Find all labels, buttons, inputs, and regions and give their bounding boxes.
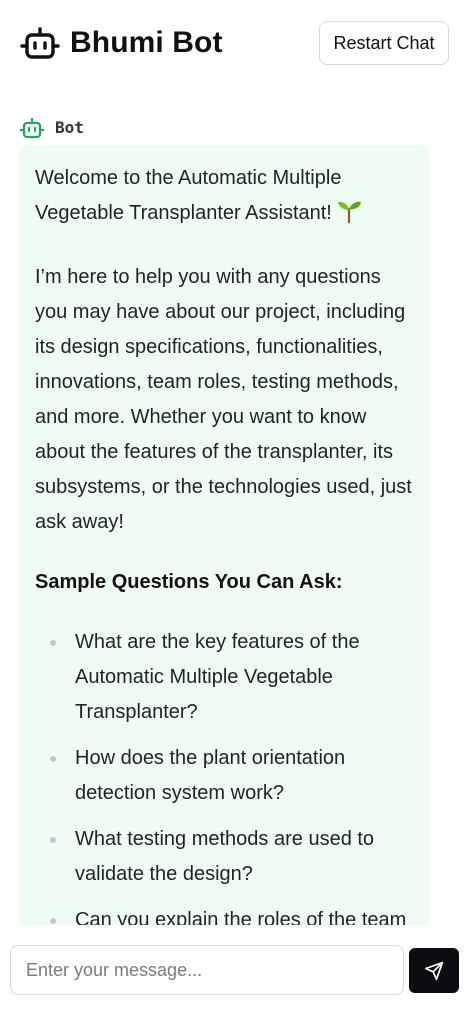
robot-icon	[19, 117, 45, 139]
sample-question-item[interactable]: How does the plant orientation detection…	[35, 741, 413, 811]
message-input[interactable]	[10, 945, 404, 995]
sender-label: Bot	[55, 118, 84, 137]
app-header: Bhumi Bot Restart Chat	[0, 0, 468, 86]
sample-question-item[interactable]: Can you explain the roles of the team	[35, 903, 413, 925]
message-intro: Welcome to the Automatic Multiple Vegeta…	[35, 161, 413, 235]
chat-scroll-area[interactable]: Bot Welcome to the Automatic Multiple Ve…	[0, 86, 468, 925]
seedling-icon	[336, 199, 362, 235]
intro-text: Welcome to the Automatic Multiple Vegeta…	[35, 167, 342, 224]
app-title: Bhumi Bot	[70, 26, 223, 59]
sample-question-item[interactable]: What testing methods are used to validat…	[35, 822, 413, 892]
message-composer	[0, 925, 468, 1015]
sample-question-item[interactable]: What are the key features of the Automat…	[35, 625, 413, 730]
sample-questions-list: What are the key features of the Automat…	[35, 625, 413, 925]
send-button[interactable]	[409, 948, 459, 993]
bot-message-bubble: Welcome to the Automatic Multiple Vegeta…	[19, 145, 429, 925]
restart-chat-button[interactable]: Restart Chat	[319, 21, 449, 65]
chat-app: Bhumi Bot Restart Chat Bot Welcome to th…	[0, 0, 468, 1015]
message-body: I’m here to help you with any questions …	[35, 266, 412, 533]
sample-questions-heading: Sample Questions You Can Ask:	[35, 571, 343, 593]
robot-icon	[20, 24, 60, 62]
